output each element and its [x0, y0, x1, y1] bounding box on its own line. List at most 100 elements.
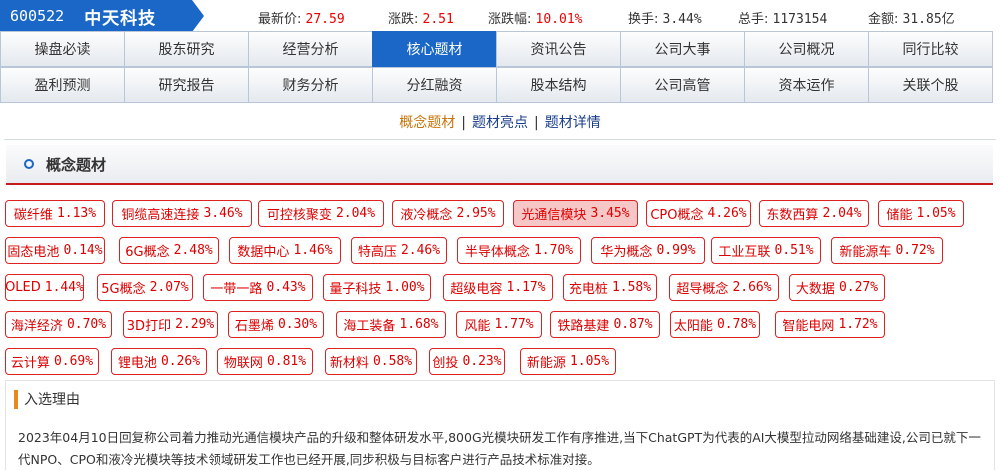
concept-tag[interactable]: 超导概念 2.66% [669, 274, 779, 301]
nav-button[interactable]: 研究报告 [124, 67, 249, 103]
nav-button[interactable]: 股东研究 [124, 31, 249, 67]
concept-tag-change: 0.72% [895, 243, 935, 258]
nav-button[interactable]: 操盘必读 [0, 31, 125, 67]
concept-tag[interactable]: 石墨烯 0.30% [228, 311, 324, 338]
concept-tag-name: 东数西算 [766, 208, 819, 223]
concept-tag-change: 1.00% [385, 280, 425, 295]
concept-tag-name: 超导概念 [676, 282, 729, 297]
concept-tag[interactable]: 创投 0.23% [429, 348, 505, 375]
concept-tag-change: 0.87% [613, 317, 653, 332]
concept-tag[interactable]: 锂电池 0.26% [111, 348, 207, 375]
concept-tag-name: 大数据 [795, 282, 835, 297]
concept-tag[interactable]: 量子科技 1.00% [323, 274, 431, 301]
section-title: 概念题材 [46, 155, 107, 174]
reason-text: 2023年04月10日回复称公司着力推动光通信模块产品的升级和整体研发水平,80… [18, 430, 981, 467]
nav-row: 盈利预测 研究报告 财务分析 分红融资 股本结构 公司高管 资本运作 关联个股 [0, 67, 1000, 103]
concept-tag[interactable]: 超级电容 1.17% [443, 274, 553, 301]
concept-tag[interactable]: 充电桩 1.58% [563, 274, 657, 301]
concept-tag-name: 锂电池 [117, 356, 157, 371]
concept-tag-change: 0.69% [53, 354, 94, 369]
quote-volume: 总手: 1173154 [738, 12, 828, 27]
concept-tag-name: 新材料 [329, 356, 369, 371]
subtab-details[interactable]: 题材详情 [545, 115, 601, 131]
nav-button[interactable]: 公司概况 [744, 31, 869, 67]
nav-button[interactable]: 经营分析 [248, 31, 373, 67]
circle-bullet-icon [24, 159, 34, 169]
concept-tag[interactable]: 铜缆高速连接 3.46% [112, 200, 252, 227]
reason-title: 入选理由 [24, 392, 80, 408]
concept-tag-name: 智能电网 [782, 319, 835, 334]
concept-tag-name: 储能 [886, 208, 913, 223]
concept-tag-change: 0.43% [266, 280, 306, 295]
concept-tag[interactable]: 云计算 0.69% [5, 348, 99, 375]
quote-amount: 金额: 31.85亿 [868, 12, 955, 27]
concept-tag[interactable]: 工业互联 0.51% [711, 237, 821, 264]
concept-tag[interactable]: 可控核聚变 2.04% [258, 200, 384, 227]
concept-tag[interactable]: 新材料 0.58% [325, 348, 417, 375]
concept-tag-name: 铜缆高速连接 [121, 208, 200, 223]
tag-row: 海洋经济 0.70% 3D打印 2.29% 石墨烯 0.30% 海工装备 1.68% 风能 1.7… [5, 311, 995, 348]
concept-tag[interactable]: 东数西算 2.04% [759, 200, 869, 227]
concept-tag[interactable]: 物联网 0.81% [217, 348, 313, 375]
nav-button[interactable]: 股本结构 [496, 67, 621, 103]
concept-tag-name: 碳纤维 [13, 208, 53, 223]
concept-tag-change: 1.17% [506, 280, 546, 295]
concept-tag[interactable]: 新能源 1.05% [520, 348, 616, 375]
concept-tag-change: 1.77% [494, 317, 534, 332]
concept-tag-change: 2.66% [732, 280, 772, 295]
concept-tag-change: 3.46% [203, 206, 243, 221]
concept-tag[interactable]: 5G概念 2.07% [97, 274, 193, 301]
concept-tag-change: 0.99% [656, 243, 696, 258]
concept-tag[interactable]: 华为概念 0.99% [591, 237, 705, 264]
concept-tag-name: 新能源车 [839, 245, 892, 260]
concept-tag-change: 1.72% [838, 317, 878, 332]
concept-tag-change: 1.46% [293, 243, 333, 258]
concept-tag[interactable]: 光通信模块 3.45% [513, 200, 638, 227]
concept-tag[interactable]: 3D打印 2.29% [123, 311, 218, 338]
concept-tag-change: 2.04% [822, 206, 862, 221]
nav-button[interactable]: 资讯公告 [496, 31, 621, 67]
concept-tag[interactable]: 智能电网 1.72% [775, 311, 885, 338]
concept-tag[interactable]: 半导体概念 1.70% [457, 237, 581, 264]
concept-tag[interactable]: 数据中心 1.46% [229, 237, 341, 264]
concept-tag[interactable]: 海洋经济 0.70% [5, 311, 112, 338]
nav-button[interactable]: 公司大事 [620, 31, 745, 67]
concept-tag[interactable]: 储能 1.05% [878, 200, 964, 227]
concept-tag-name: 铁路基建 [557, 319, 610, 334]
concept-tag-name: 固态电池 [7, 245, 60, 260]
concept-tag[interactable]: 太阳能 0.78% [670, 311, 760, 338]
concept-tag-name: 量子科技 [329, 282, 382, 297]
concept-tag[interactable]: OLED 1.44% [5, 274, 84, 301]
quote-change-pct: 涨跌幅: 10.01% [488, 12, 583, 27]
stock-quote-bar: 600522 中天科技 最新价: 27.59 涨跌: 2.51 涨跌幅: 10.… [0, 0, 1000, 32]
concept-tag[interactable]: 海工装备 1.68% [336, 311, 446, 338]
nav-button[interactable]: 资本运作 [744, 67, 869, 103]
stock-name: 中天科技 [84, 8, 157, 29]
concept-tag[interactable]: 铁路基建 0.87% [550, 311, 660, 338]
tag-row: 碳纤维 1.13% 铜缆高速连接 3.46% 可控核聚变 2.04% 液冷概念 2.95% 光通… [5, 200, 995, 237]
concept-tag[interactable]: 一带一路 0.43% [203, 274, 313, 301]
concept-tag[interactable]: 6G概念 2.48% [119, 237, 219, 264]
subtab-highlights[interactable]: 题材亮点 [472, 115, 528, 131]
concept-tag-change: 0.26% [160, 354, 201, 369]
nav-button[interactable]: 关联个股 [868, 67, 993, 103]
nav-button[interactable]: 核心题材 [372, 31, 497, 67]
concept-tag-name: OLED [5, 280, 41, 295]
nav-button[interactable]: 盈利预测 [0, 67, 125, 103]
concept-tag-list: 碳纤维 1.13% 铜缆高速连接 3.46% 可控核聚变 2.04% 液冷概念 2.95% 光通… [5, 200, 995, 385]
concept-tag-name: 云计算 [10, 356, 50, 371]
concept-tag[interactable]: 特高压 2.46% [351, 237, 447, 264]
concept-tag[interactable]: 液冷概念 2.95% [392, 200, 504, 227]
concept-tag[interactable]: 新能源车 0.72% [831, 237, 943, 264]
nav-button[interactable]: 公司高管 [620, 67, 745, 103]
concept-tag[interactable]: 碳纤维 1.13% [5, 200, 105, 227]
concept-tag[interactable]: CPO概念 4.26% [646, 200, 751, 227]
concept-tag[interactable]: 固态电池 0.14% [5, 237, 105, 264]
concept-tag[interactable]: 大数据 0.27% [789, 274, 885, 301]
nav-button[interactable]: 同行比较 [868, 31, 993, 67]
nav-button[interactable]: 财务分析 [248, 67, 373, 103]
concept-tag[interactable]: 风能 1.77% [456, 311, 542, 338]
subtab-concept[interactable]: 概念题材 [399, 115, 455, 131]
nav-button[interactable]: 分红融资 [372, 67, 497, 103]
concept-tag-name: 5G概念 [101, 282, 146, 297]
